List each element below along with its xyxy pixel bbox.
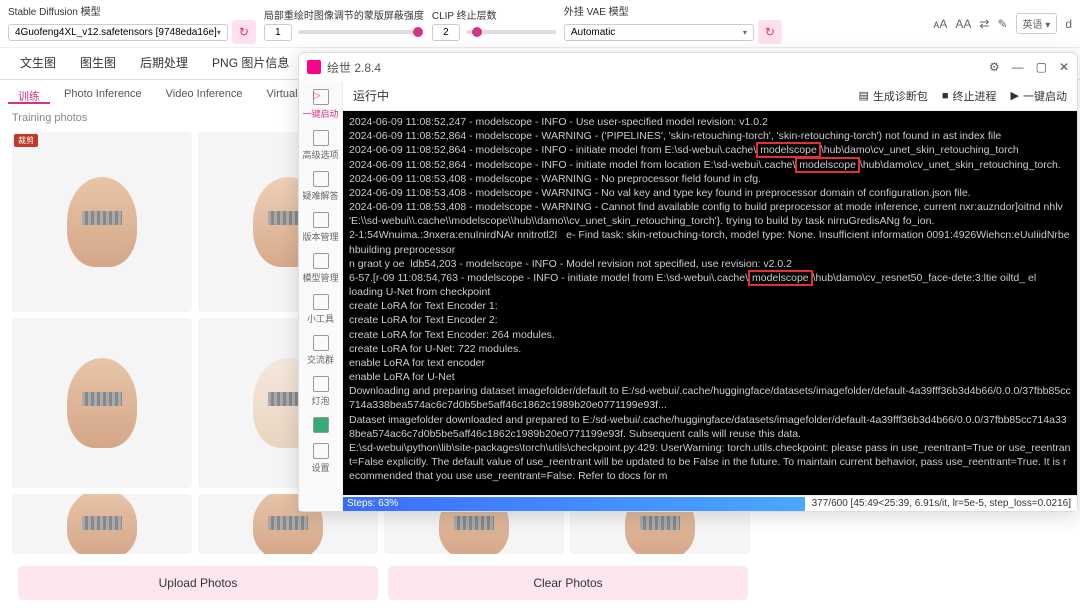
sidebar-item-advanced[interactable]: 高级选项 [302,126,340,165]
running-status: 运行中 [353,87,389,104]
chevron-down-icon: ▾ [743,28,747,37]
tab-extras[interactable]: 后期处理 [128,48,200,79]
sidebar-item-launch[interactable]: ▷一键启动 [302,85,340,124]
highlight-modelscope: modelscope [748,270,813,286]
app-icon [307,60,321,74]
sidebar-item-image[interactable] [302,413,340,437]
clear-photos-button[interactable]: Clear Photos [388,566,748,600]
model-select[interactable]: 4Guofeng4XL_v12.safetensors [9748eda16e]… [8,24,228,41]
sidebar-item-chatgroup[interactable]: 交流群 [302,331,340,370]
sidebar-item-settings[interactable]: 设置 [302,439,340,478]
crop-badge: 裁剪 [14,134,38,147]
text-size-small-icon[interactable]: ᴀA [933,17,947,31]
sidebar-item-tools[interactable]: 小工具 [302,290,340,329]
refresh-vae-button[interactable]: ↻ [758,20,782,44]
text-size-large-icon[interactable]: AA [955,17,971,31]
swap-icon[interactable]: ⇄ [979,17,989,31]
subtab-photo-inference[interactable]: Photo Inference [54,84,152,104]
model-value: 4Guofeng4XL_v12.safetensors [9748eda16e] [15,27,217,38]
console-title-text: 绘世 2.8.4 [327,59,381,76]
training-photo[interactable] [12,318,192,488]
vae-select[interactable]: Automatic ▾ [564,24,754,41]
mask-strength-slider[interactable] [298,30,418,34]
training-photo[interactable] [12,494,192,554]
top-config-bar: Stable Diffusion 模型 4Guofeng4XL_v12.safe… [0,0,1080,48]
chevron-down-icon: ▾ [217,28,221,37]
settings-icon[interactable]: ⚙ [989,60,1000,74]
lightbulb-icon [313,376,329,392]
clock-icon [313,212,329,228]
play-icon: ▷ [313,89,329,105]
clip-skip-slider[interactable] [466,30,556,34]
sidebar-item-lightbulb[interactable]: 灯泡 [302,372,340,411]
progress-detail: 377/600 [45:49<25:39, 6.91s/it, lr=5e-5,… [812,498,1077,509]
chat-icon [313,335,329,351]
console-titlebar[interactable]: 绘世 2.8.4 ⚙ — ▢ ✕ [299,53,1077,81]
generate-diag-button[interactable]: ▤ 生成诊断包 [858,88,927,104]
sliders-icon [313,130,329,146]
gear-icon [313,443,329,459]
clip-skip-input[interactable] [432,24,460,41]
launcher-console-window: 绘世 2.8.4 ⚙ — ▢ ✕ ▷一键启动 高级选项 疑难解答 版本管理 模型… [298,52,1078,512]
vae-value: Automatic [571,27,615,38]
minimize-icon[interactable]: — [1012,60,1024,74]
model-label: Stable Diffusion 模型 [8,3,256,18]
wrench-icon [313,294,329,310]
highlight-modelscope: modelscope [795,157,860,173]
refresh-model-button[interactable]: ↻ [232,20,256,44]
language-select[interactable]: 英语 ▾ [1016,13,1058,34]
sidebar-item-troubleshoot[interactable]: 疑难解答 [302,167,340,206]
upload-photos-button[interactable]: Upload Photos [18,566,378,600]
help-icon [313,171,329,187]
progress-fill: Steps: 63% [343,497,805,511]
sidebar-item-model-mgmt[interactable]: 模型管理 [302,249,340,288]
clip-skip-label: CLIP 终止层数 [432,7,556,22]
tab-txt2img[interactable]: 文生图 [8,48,68,79]
highlight-modelscope: modelscope [756,142,821,158]
subtab-train[interactable]: 训练 [8,84,50,104]
tab-img2img[interactable]: 图生图 [68,48,128,79]
vae-label: 外挂 VAE 模型 [564,3,782,18]
close-icon[interactable]: ✕ [1059,60,1069,74]
tab-pnginfo[interactable]: PNG 图片信息 [200,48,301,79]
stop-process-button[interactable]: ■ 终止进程 [942,88,997,104]
sidebar-item-version[interactable]: 版本管理 [302,208,340,247]
log-output[interactable]: 2024-06-09 11:08:52,247 - modelscope - I… [343,111,1077,495]
maximize-icon[interactable]: ▢ [1036,60,1047,74]
cube-icon [313,253,329,269]
lang-flag: d [1065,17,1072,31]
edit-icon[interactable]: ✎ [997,17,1007,31]
training-photo[interactable]: 裁剪 [12,132,192,312]
subtab-video-inference[interactable]: Video Inference [156,84,253,104]
console-sidebar: ▷一键启动 高级选项 疑难解答 版本管理 模型管理 小工具 交流群 灯泡 设置 [299,81,343,511]
training-progress-bar: Steps: 63% 377/600 [45:49<25:39, 6.91s/i… [343,495,1077,511]
mask-strength-label: 局部重绘时图像调节的蒙版屏蔽强度 [264,7,424,22]
mask-strength-input[interactable] [264,24,292,41]
one-click-start-button[interactable]: ▶ 一键启动 [1011,88,1067,104]
image-icon [313,417,329,433]
